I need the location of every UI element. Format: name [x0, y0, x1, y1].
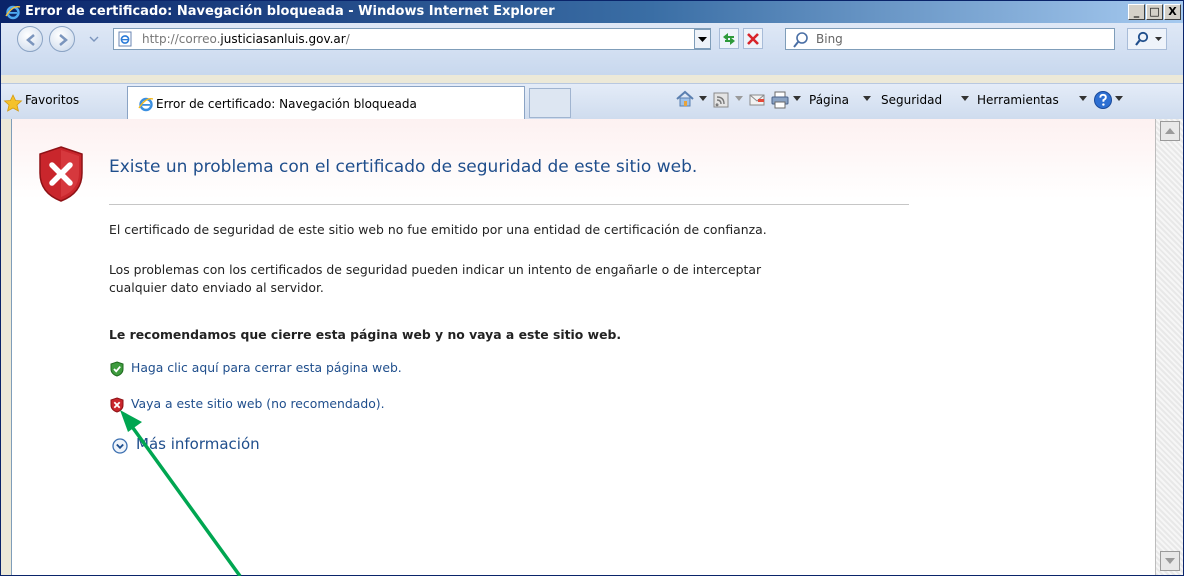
- annotation-arrow: [120, 410, 242, 576]
